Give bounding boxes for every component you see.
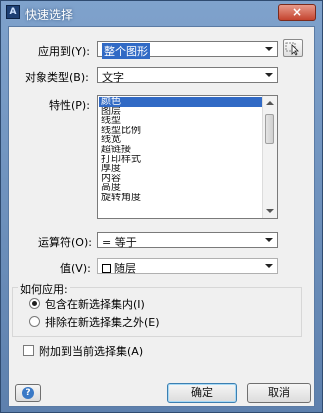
list-item[interactable]: 厚度 <box>99 164 262 174</box>
close-button[interactable]: × <box>278 4 316 21</box>
apply-to-dropdown[interactable]: 整个图形 <box>97 41 278 59</box>
color-swatch-icon <box>102 264 111 273</box>
value-display: 随层 <box>102 260 136 276</box>
how-to-apply-label: 如何应用: <box>18 281 70 297</box>
exclude-radio[interactable] <box>29 316 40 327</box>
chevron-down-icon <box>263 70 275 80</box>
properties-list[interactable]: 颜色 图层 线型 线型比例 线宽 超链接 打印样式 厚度 内容 高度 旋转角度 <box>97 95 278 219</box>
help-button[interactable]: ? <box>15 384 41 402</box>
help-icon: ? <box>22 387 34 399</box>
scroll-thumb[interactable] <box>265 114 274 144</box>
list-item[interactable]: 高度 <box>99 183 262 193</box>
list-item[interactable]: 内容 <box>99 174 262 184</box>
value-dropdown[interactable]: 随层 <box>97 258 278 276</box>
append-checkbox-label[interactable]: 附加到当前选择集(A) <box>39 343 143 359</box>
exclude-radio-label[interactable]: 排除在新选择集之外(E) <box>45 314 160 330</box>
properties-items: 颜色 图层 线型 线型比例 线宽 超链接 打印样式 厚度 内容 高度 旋转角度 <box>99 97 262 203</box>
properties-scrollbar[interactable] <box>262 96 277 218</box>
apply-to-value: 整个图形 <box>102 43 150 59</box>
select-objects-icon <box>285 42 299 56</box>
scroll-up-arrow-icon[interactable] <box>264 97 276 109</box>
quick-select-dialog: A 快速选择 × 应用到(Y): 整个图形 对象类型(B): 文字 特性(P):… <box>0 0 323 413</box>
chevron-down-icon <box>263 261 275 271</box>
autocad-icon: A <box>6 5 20 19</box>
list-item[interactable]: 图层 <box>99 107 262 117</box>
cancel-button[interactable]: 取消 <box>247 383 311 403</box>
list-item[interactable]: 线型 <box>99 116 262 126</box>
operator-label: 运算符(O): <box>38 236 92 249</box>
select-objects-button[interactable] <box>283 39 303 57</box>
apply-to-label: 应用到(Y): <box>38 45 91 58</box>
include-radio[interactable] <box>29 298 40 309</box>
chevron-down-icon <box>263 235 275 245</box>
properties-label: 特性(P): <box>49 99 90 112</box>
scroll-down-arrow-icon[interactable] <box>264 205 276 217</box>
object-type-value: 文字 <box>102 71 124 84</box>
title-bar[interactable]: A 快速选择 × <box>1 1 322 25</box>
value-label: 值(V): <box>60 262 91 275</box>
object-type-dropdown[interactable]: 文字 <box>97 67 278 84</box>
chevron-down-icon <box>263 44 275 54</box>
ok-button[interactable]: 确定 <box>167 383 237 403</box>
include-radio-label[interactable]: 包含在新选择集内(I) <box>45 296 145 312</box>
list-item[interactable]: 颜色 <box>99 97 262 107</box>
operator-dropdown[interactable]: = 等于 <box>97 232 278 249</box>
value-text: 随层 <box>114 262 136 275</box>
list-item[interactable]: 打印样式 <box>99 155 262 165</box>
list-item[interactable]: 旋转角度 <box>99 193 262 203</box>
list-item[interactable]: 超链接 <box>99 145 262 155</box>
list-item[interactable]: 线型比例 <box>99 126 262 136</box>
append-checkbox[interactable] <box>23 345 34 356</box>
object-type-label: 对象类型(B): <box>25 71 89 84</box>
list-item[interactable]: 线宽 <box>99 135 262 145</box>
operator-value: = 等于 <box>102 236 137 249</box>
window-title: 快速选择 <box>25 8 74 22</box>
